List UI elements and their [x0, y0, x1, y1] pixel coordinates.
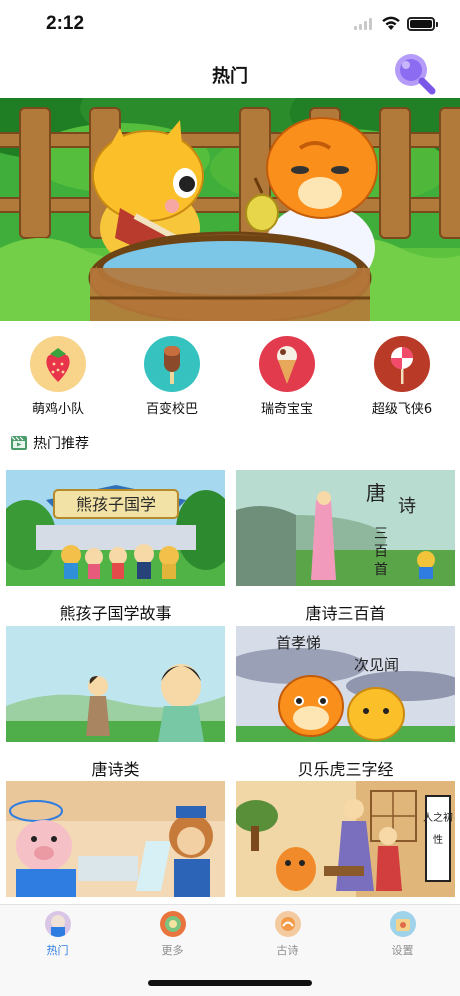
category-row: 萌鸡小队 百变校巴 瑞奇宝宝 超级飞侠6 [0, 336, 460, 418]
card-title: 贝乐虎三字经 [297, 760, 394, 779]
video-card[interactable]: 人之初 性 [234, 781, 455, 904]
category-label: 超级飞侠6 [371, 402, 433, 417]
hot-tab-icon [44, 911, 71, 937]
card-thumbnail: 首孝悌 次见闻 [226, 626, 460, 742]
video-card[interactable]: 熊孩子国学 熊孩子国学故事 [0, 470, 236, 623]
video-card[interactable]: 唐 诗 三 百 首 唐诗三百首 [206, 470, 455, 623]
magnifier-icon [395, 54, 436, 95]
search-button[interactable] [390, 50, 438, 96]
scene-text: 次见闻 [354, 656, 399, 674]
home-indicator [148, 980, 312, 986]
category-item[interactable]: 萌鸡小队 [8, 336, 108, 417]
category-label: 瑞奇宝宝 [260, 402, 313, 417]
poem-char: 唐 [366, 481, 386, 505]
category-label: 百变校巴 [145, 402, 198, 417]
video-card[interactable]: 首孝悌 次见闻 贝乐虎三字经 [226, 626, 460, 779]
app-screen: 2:12 热门 萌鸡小队 百变校巴 瑞奇宝宝 超级飞侠6 热门推荐 熊孩子国学 … [0, 0, 460, 996]
section-title: 热门推荐 [33, 436, 89, 452]
banner-text: 熊孩子国学 [76, 495, 156, 514]
video-card[interactable]: 唐诗类 [6, 626, 225, 779]
cellular-signal-icon [354, 18, 376, 30]
category-item[interactable]: 超级飞侠6 [352, 336, 452, 417]
status-time: 2:12 [46, 13, 85, 34]
poem-char: 首 [374, 562, 388, 578]
tab-more[interactable]: 更多 [115, 911, 230, 958]
poem-char: 三 [374, 526, 388, 542]
status-bar: 2:12 [0, 0, 460, 48]
settings-tab-icon [389, 911, 416, 937]
popsicle-icon [144, 336, 200, 392]
card-title: 唐诗类 [91, 760, 140, 779]
poem-char: 百 [374, 544, 388, 560]
recommendation-grid: 熊孩子国学 熊孩子国学故事 唐 诗 三 百 首 唐诗三百首 唐诗类 首孝悌 次见… [0, 470, 460, 904]
category-item[interactable]: 百变校巴 [122, 336, 222, 417]
ice-cream-icon [259, 336, 315, 392]
category-item[interactable]: 瑞奇宝宝 [237, 336, 337, 417]
section-header: 热门推荐 [10, 432, 89, 454]
tab-label: 更多 [161, 944, 184, 957]
tab-settings[interactable]: 设置 [345, 911, 460, 958]
card-thumbnail: 熊孩子国学 [0, 470, 236, 586]
lollipop-icon [374, 336, 430, 392]
category-label: 萌鸡小队 [31, 402, 84, 417]
tab-label: 古诗 [276, 944, 299, 957]
tab-label: 热门 [46, 944, 69, 957]
battery-icon [407, 17, 438, 31]
poems-tab-icon [274, 911, 301, 937]
nav-bar: 热门 [0, 48, 460, 98]
card-thumbnail [6, 781, 225, 897]
wifi-icon [382, 16, 400, 30]
video-card[interactable] [6, 781, 225, 904]
card-thumbnail [6, 626, 225, 742]
card-thumbnail: 唐 诗 三 百 首 [206, 470, 455, 586]
card-thumbnail: 人之初 性 [234, 781, 455, 897]
poem-char: 诗 [398, 496, 416, 517]
video-clapper-icon [11, 436, 27, 450]
scroll-text: 性 [433, 833, 443, 846]
card-title: 唐诗三百首 [305, 604, 386, 623]
tab-label: 设置 [391, 944, 414, 957]
hero-banner[interactable] [0, 98, 460, 321]
scroll-text: 人之初 [423, 811, 453, 824]
strawberry-icon [30, 336, 86, 392]
tab-hot[interactable]: 热门 [0, 911, 115, 958]
scene-text: 首孝悌 [276, 634, 321, 652]
more-tab-icon [159, 911, 186, 937]
card-title: 熊孩子国学故事 [59, 604, 172, 623]
tab-poems[interactable]: 古诗 [230, 911, 345, 958]
